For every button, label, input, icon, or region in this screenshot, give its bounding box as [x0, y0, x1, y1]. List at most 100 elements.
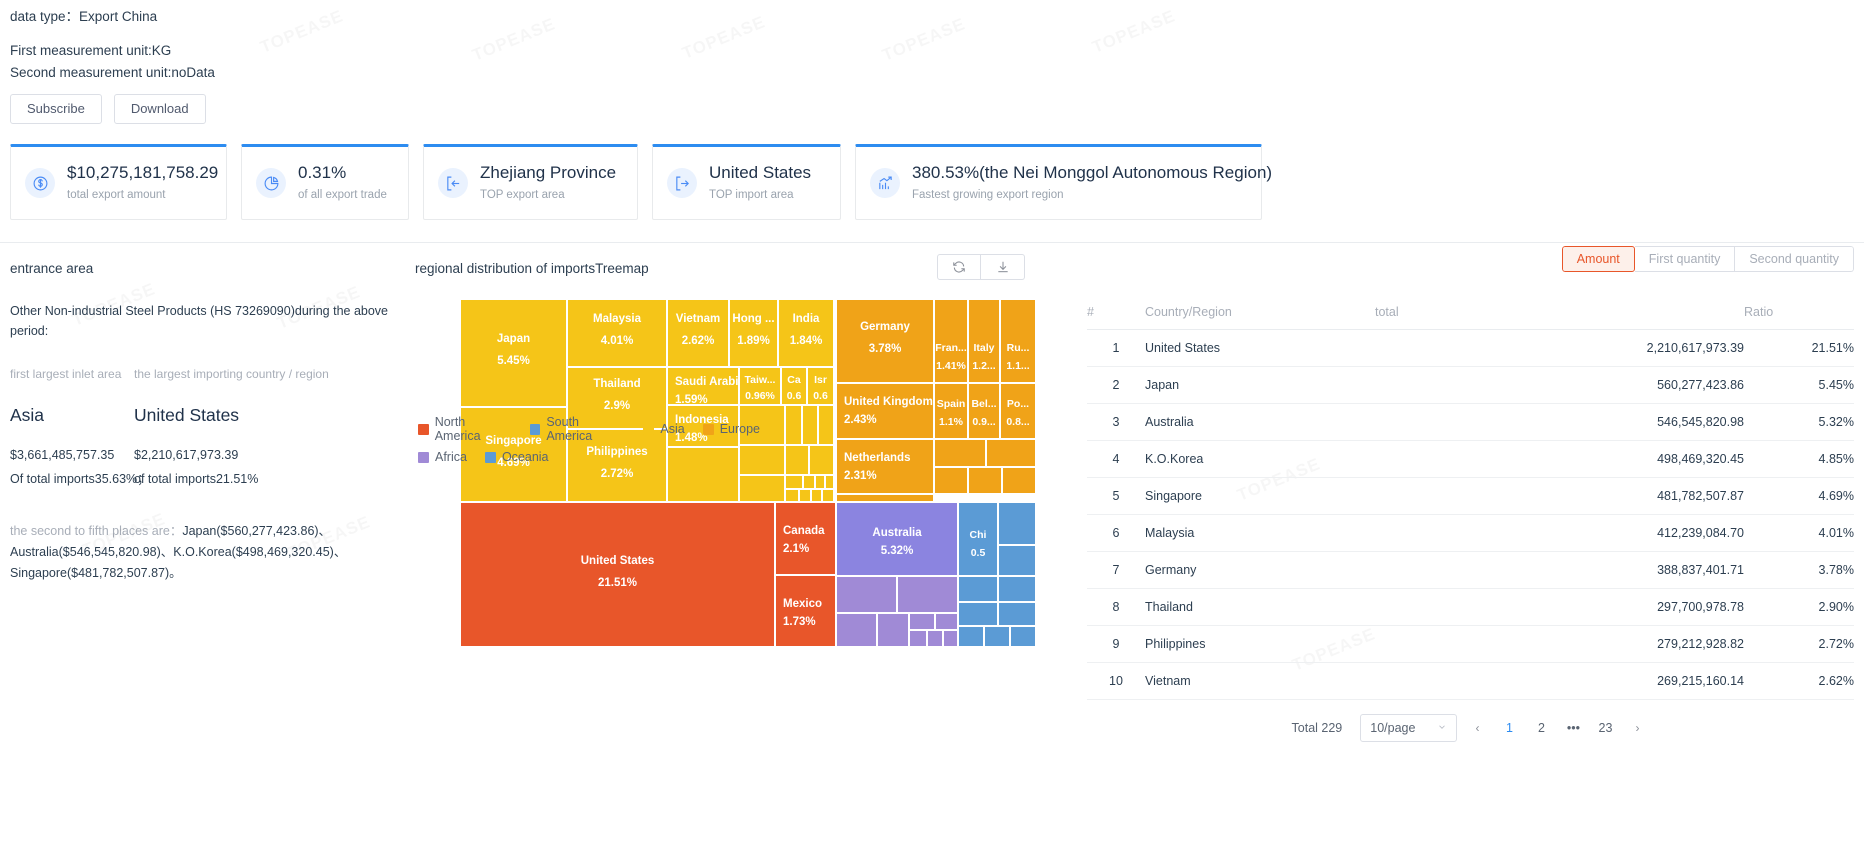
treemap-tile-small[interactable] [785, 405, 802, 445]
treemap-tile-small[interactable] [934, 439, 986, 467]
treemap-tile-small[interactable] [998, 576, 1036, 602]
treemap-tile-small[interactable] [998, 502, 1036, 545]
treemap-tile-small[interactable] [984, 626, 1010, 647]
treemap-tile-small[interactable] [818, 405, 834, 445]
treemap-tile-hong-kong[interactable]: Hong ... 1.89% [729, 299, 778, 367]
legend-item-oceania[interactable]: Oceania [484, 450, 549, 464]
segment-amount[interactable]: Amount [1561, 246, 1635, 272]
page-button-last[interactable]: 23 [1593, 716, 1617, 740]
treemap-tile-small[interactable] [958, 602, 998, 626]
page-button-1[interactable]: 1 [1497, 716, 1521, 740]
legend-item-africa[interactable]: Africa [418, 450, 467, 464]
legend-item-europe[interactable]: Europe [702, 422, 760, 436]
treemap-tile-isr[interactable]: Isr 0.6 [807, 367, 834, 405]
page-button-2[interactable]: 2 [1529, 716, 1553, 740]
treemap-tile-saudi-arabia[interactable]: Saudi Arabia 1.59% [667, 367, 739, 405]
table-row[interactable]: 7 Germany 388,837,401.71 3.78% [1087, 551, 1854, 589]
kpi-card-fastest-growing-export-region[interactable]: 380.53%(the Nei Monggol Autonomous Regio… [855, 144, 1272, 220]
treemap-tile-canada[interactable]: Canada 2.1% [775, 502, 836, 575]
kpi-card-total-export-amount[interactable]: $10,275,181,758.29 total export amount [10, 144, 227, 220]
treemap-tile-small[interactable] [877, 613, 909, 647]
treemap-tile-small[interactable] [811, 489, 822, 502]
treemap-tile-taiwan[interactable]: Taiw... 0.96% [739, 367, 781, 405]
treemap-tile-spain[interactable]: Spain 1.1% [934, 383, 968, 439]
treemap-tile-small[interactable] [825, 475, 834, 489]
treemap-tile-india[interactable]: India 1.84% [778, 299, 834, 367]
subscribe-button[interactable]: Subscribe [10, 94, 102, 124]
treemap-tile-small[interactable] [1002, 467, 1036, 494]
next-page-button[interactable]: › [1625, 716, 1649, 740]
treemap-tile-small[interactable] [958, 626, 984, 647]
treemap-tile-small[interactable] [785, 475, 803, 489]
treemap-tile-australia[interactable]: Australia 5.32% [836, 502, 958, 576]
treemap-tile-belgium[interactable]: Bel... 0.9... [968, 383, 1000, 439]
segment-first-quantity[interactable]: First quantity [1634, 246, 1736, 272]
cell-ratio: 21.51% [1744, 329, 1854, 367]
treemap-tile-small[interactable] [943, 630, 958, 647]
treemap-tile-netherlands[interactable]: Netherlands 2.31% [836, 439, 934, 494]
treemap-tile-vietnam[interactable]: Vietnam 2.62% [667, 299, 729, 367]
download-icon[interactable] [981, 254, 1025, 280]
treemap-tile-small[interactable] [802, 405, 818, 445]
kpi-card-top-export-area[interactable]: Zhejiang Province TOP export area [423, 144, 638, 220]
treemap-tile-small[interactable] [815, 475, 825, 489]
treemap-tile-small[interactable] [897, 576, 958, 613]
page-ellipsis[interactable]: ••• [1561, 716, 1585, 740]
table-row[interactable]: 3 Australia 546,545,820.98 5.32% [1087, 403, 1854, 441]
cell-country: United States [1145, 329, 1375, 367]
treemap-tile-small[interactable] [836, 576, 897, 613]
refresh-icon[interactable] [937, 254, 981, 280]
treemap-tile-italy[interactable]: Italy 1.2... [968, 299, 1000, 383]
table-row[interactable]: 10 Vietnam 269,215,160.14 2.62% [1087, 662, 1854, 700]
treemap-tile-germany[interactable]: Germany 3.78% [836, 299, 934, 383]
page-size-select[interactable]: 10/page [1360, 714, 1458, 742]
treemap-tile-small[interactable] [785, 445, 809, 475]
cell-index: 4 [1087, 440, 1145, 478]
legend-item-north-america[interactable]: North America [418, 415, 512, 443]
treemap-tile-russia[interactable]: Ru... 1.1... [1000, 299, 1036, 383]
treemap-tile-france[interactable]: Fran... 1.41% [934, 299, 968, 383]
treemap-tile-small[interactable] [909, 613, 935, 630]
treemap-tile-malaysia[interactable]: Malaysia 4.01% [567, 299, 667, 367]
table-row[interactable]: 2 Japan 560,277,423.86 5.45% [1087, 366, 1854, 404]
kpi-card-share-of-all-export-trade[interactable]: 0.31% of all export trade [241, 144, 409, 220]
treemap-tile-small[interactable] [799, 489, 811, 502]
treemap-tile-small[interactable] [822, 489, 834, 502]
treemap-tile-small[interactable] [935, 613, 958, 630]
legend-item-asia[interactable]: Asia [643, 422, 685, 436]
treemap-tile-small[interactable] [836, 494, 934, 502]
treemap-tile-small[interactable] [1010, 626, 1036, 647]
table-row[interactable]: 8 Thailand 297,700,978.78 2.90% [1087, 588, 1854, 626]
treemap-tile-mexico[interactable]: Mexico 1.73% [775, 575, 836, 647]
prev-page-button[interactable]: ‹ [1465, 716, 1489, 740]
treemap-tile-small[interactable] [934, 467, 968, 494]
treemap-tile-small[interactable] [998, 545, 1036, 576]
table-row[interactable]: 6 Malaysia 412,239,084.70 4.01% [1087, 514, 1854, 552]
treemap-tile-small[interactable] [986, 439, 1036, 467]
treemap-tile-small[interactable] [803, 475, 815, 489]
segment-second-quantity[interactable]: Second quantity [1735, 246, 1854, 272]
treemap-tile-small[interactable] [785, 489, 799, 502]
treemap-tile-small[interactable] [739, 475, 785, 502]
kpi-card-top-import-area[interactable]: United States TOP import area [652, 144, 841, 220]
treemap-tile-small[interactable] [958, 576, 998, 602]
treemap-tile-japan[interactable]: Japan 5.45% [460, 299, 567, 407]
treemap-tile-united-kingdom[interactable]: United Kingdom 2.43% [836, 383, 934, 439]
treemap-tile-small[interactable] [836, 613, 877, 647]
treemap-tile-chile[interactable]: Chi 0.5 [958, 502, 998, 576]
treemap-tile-united-states[interactable]: United States 21.51% [460, 502, 775, 647]
treemap-tile-small[interactable] [968, 467, 1002, 494]
treemap-tile-poland[interactable]: Po... 0.8... [1000, 383, 1036, 439]
second-measurement-unit: Second measurement unit:noData [10, 65, 215, 80]
table-row[interactable]: 5 Singapore 481,782,507.87 4.69% [1087, 477, 1854, 515]
treemap-tile-small[interactable] [909, 630, 927, 647]
treemap-tile-small[interactable] [998, 602, 1036, 626]
table-row[interactable]: 1 United States 2,210,617,973.39 21.51% [1087, 329, 1854, 367]
treemap-tile-small[interactable] [809, 445, 834, 475]
table-row[interactable]: 9 Philippines 279,212,928.82 2.72% [1087, 625, 1854, 663]
download-button[interactable]: Download [113, 94, 206, 124]
treemap-tile-ca[interactable]: Ca 0.6 [781, 367, 807, 405]
table-row[interactable]: 4 K.O.Korea 498,469,320.45 4.85% [1087, 440, 1854, 478]
legend-item-south-america[interactable]: South America [529, 415, 626, 443]
treemap-tile-small[interactable] [927, 630, 943, 647]
